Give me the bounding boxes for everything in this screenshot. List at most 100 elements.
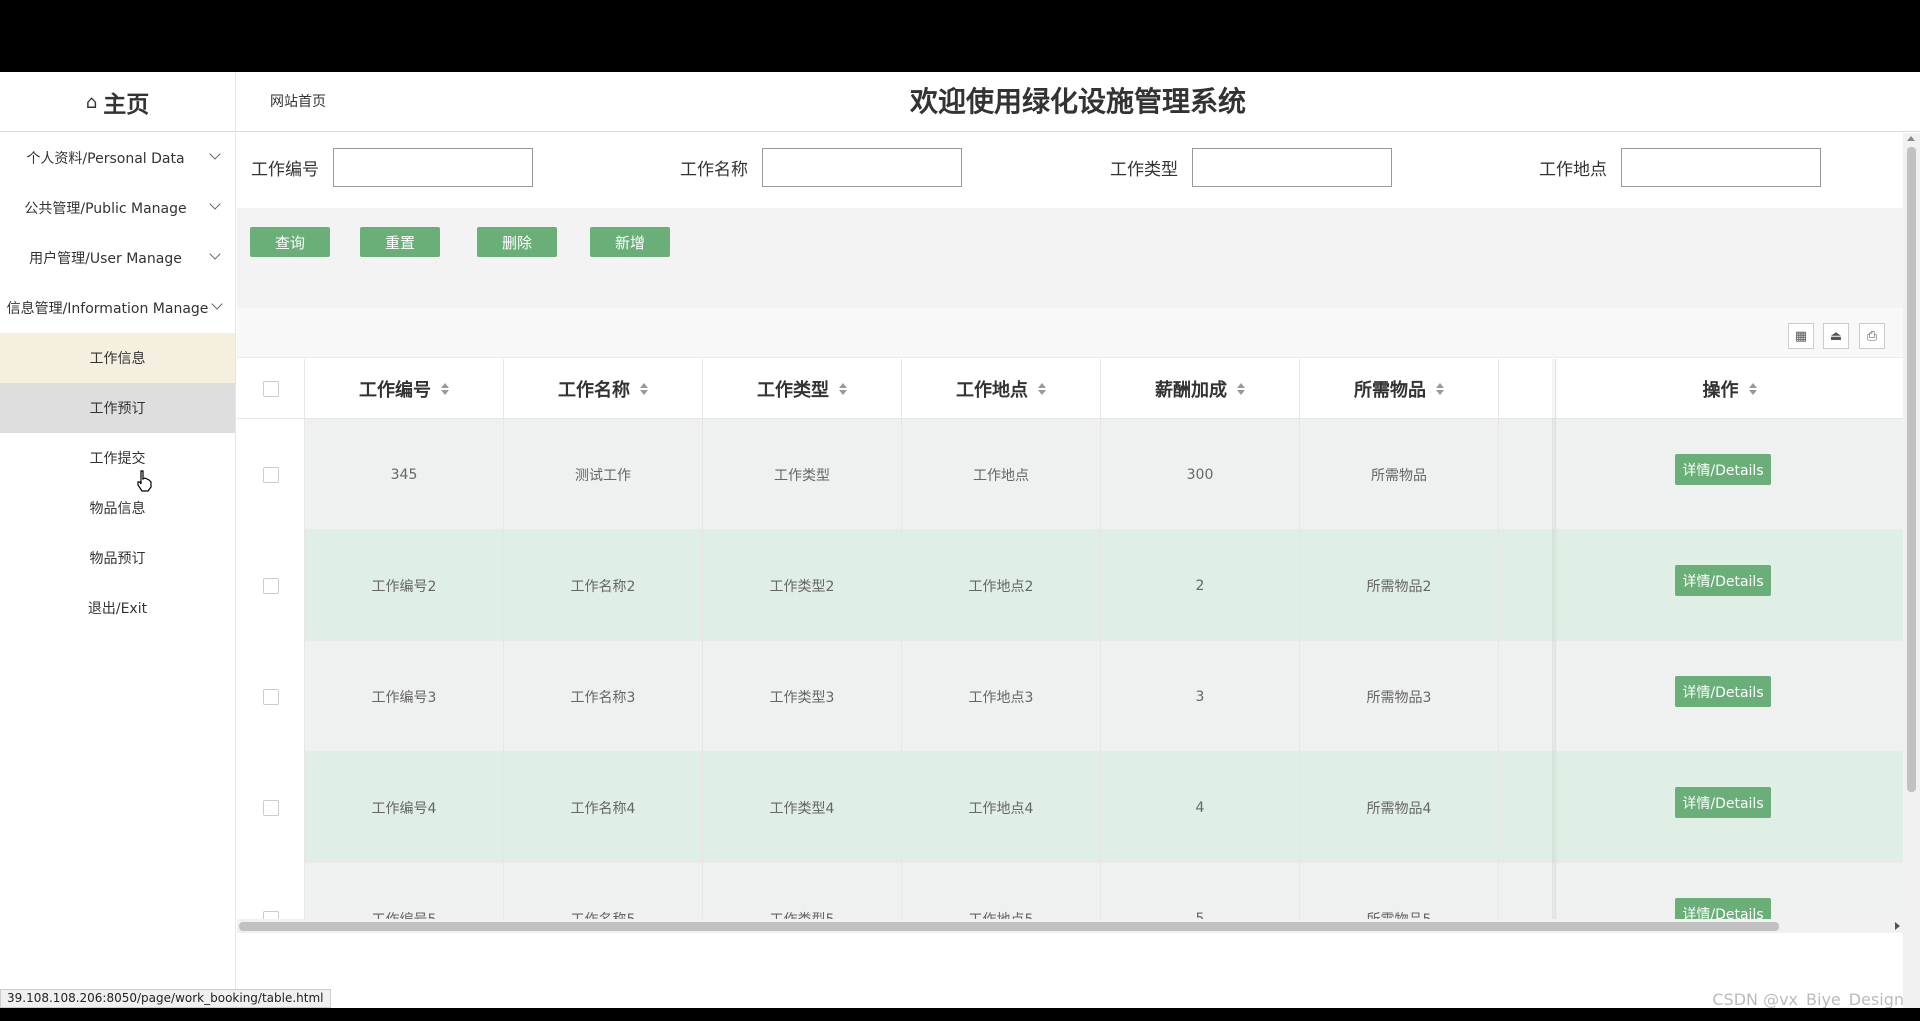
page-title: 欢迎使用绿化设施管理系统 (909, 85, 1246, 118)
search-field-work-location: 工作地点 (1539, 147, 1821, 187)
cell-work-id: 工作编号5 (305, 863, 504, 919)
vertical-scrollbar[interactable] (1903, 133, 1920, 1008)
field-label: 工作地点 (1539, 159, 1607, 180)
cell-required-items: 所需物品4 (1300, 752, 1499, 863)
query-button[interactable]: 查询 (250, 227, 330, 257)
sidebar-item-public-manage[interactable]: 公共管理/Public Manage (0, 183, 235, 233)
cell-work-type: 工作类型5 (703, 863, 902, 919)
print-icon[interactable]: ⎙ (1859, 323, 1885, 349)
columns-icon[interactable]: ▦ (1788, 323, 1814, 349)
search-field-work-id: 工作编号 (251, 147, 533, 187)
cell-work-id: 工作编号4 (305, 752, 504, 863)
sidebar-item-label: 工作信息 (89, 351, 146, 367)
sidebar-item-exit[interactable]: 退出/Exit (0, 583, 235, 633)
export-icon[interactable]: ⏏ (1823, 323, 1849, 349)
sidebar-item-item-booking[interactable]: 物品预订 (0, 533, 235, 583)
cell-work-location: 工作地点 (902, 419, 1101, 530)
sort-icon[interactable] (1038, 383, 1046, 395)
button-bar: 查询 重置 删除 新增 (237, 208, 1903, 308)
cell-work-type: 工作类型2 (703, 530, 902, 641)
cell-work-location: 工作地点4 (902, 752, 1101, 863)
details-button[interactable]: 详情/Details (1675, 565, 1771, 596)
cell-work-name: 工作名称5 (504, 863, 703, 919)
details-button[interactable]: 详情/Details (1675, 898, 1771, 919)
reset-button[interactable]: 重置 (360, 227, 440, 257)
sidebar-item-work-submit[interactable]: 工作提交 (0, 433, 235, 483)
horizontal-scrollbar[interactable] (237, 919, 1903, 933)
sort-icon[interactable] (441, 383, 449, 395)
scroll-right-arrow-icon[interactable] (1895, 922, 1900, 930)
details-button[interactable]: 详情/Details (1675, 676, 1771, 707)
select-all-cell (237, 359, 305, 419)
header: ⌂ 主页 网站首页 欢迎使用绿化设施管理系统 (0, 72, 1920, 132)
sort-icon[interactable] (640, 383, 648, 395)
row-select-cell (237, 641, 305, 752)
cell-salary-bonus: 2 (1101, 530, 1300, 641)
work-id-input[interactable] (333, 147, 533, 187)
sidebar-item-label: 公共管理/Public Manage (24, 201, 187, 217)
column-header-work-type[interactable]: 工作类型 (703, 359, 902, 419)
row-checkbox[interactable] (262, 799, 279, 816)
column-header-label: 所需物品 (1354, 380, 1426, 401)
add-button[interactable]: 新增 (590, 227, 670, 257)
sidebar-item-information-manage[interactable]: 信息管理/Information Manage (0, 283, 235, 333)
select-all-checkbox[interactable] (262, 381, 279, 397)
field-label: 工作类型 (1110, 159, 1178, 180)
column-header-actions[interactable]: 操作 (1556, 359, 1903, 419)
row-checkbox[interactable] (262, 577, 279, 594)
home-icon: ⌂ (85, 91, 98, 113)
scrollbar-thumb[interactable] (1907, 147, 1916, 792)
column-header-work-name[interactable]: 工作名称 (504, 359, 703, 419)
sidebar-item-label: 个人资料/Personal Data (26, 151, 185, 167)
sidebar-item-user-manage[interactable]: 用户管理/User Manage (0, 233, 235, 283)
field-label: 工作编号 (251, 159, 319, 180)
row-checkbox[interactable] (262, 910, 279, 919)
hand-cursor-icon (137, 470, 152, 492)
status-url: 39.108.108.206:8050/page/work_booking/ta… (0, 989, 331, 1008)
row-checkbox[interactable] (262, 466, 279, 483)
sort-icon[interactable] (1748, 383, 1757, 395)
cell-work-type: 工作类型 (703, 419, 902, 530)
work-location-input[interactable] (1621, 147, 1821, 187)
cell-work-location: 工作地点5 (902, 863, 1101, 919)
details-button[interactable]: 详情/Details (1675, 787, 1771, 818)
sort-icon[interactable] (1436, 383, 1444, 395)
cell-work-type: 工作类型3 (703, 641, 902, 752)
table-row: 工作编号3 工作名称3 工作类型3 工作地点3 3 所需物品3 详情/Detai… (237, 641, 1903, 752)
scroll-up-arrow-icon[interactable] (1907, 136, 1915, 141)
column-header-label: 工作名称 (558, 380, 630, 401)
cell-work-id: 工作编号2 (305, 530, 504, 641)
sidebar-item-item-info[interactable]: 物品信息 (0, 483, 235, 533)
work-name-input[interactable] (762, 147, 962, 187)
delete-button[interactable]: 删除 (477, 227, 557, 257)
table-row: 工作编号4 工作名称4 工作类型4 工作地点4 4 所需物品4 详情/Detai… (237, 752, 1903, 863)
data-table: 工作编号 工作名称 工作类型 工作地点 薪酬加成 所需物品 操作 345 测试工… (237, 359, 1903, 919)
cell-salary-bonus: 4 (1101, 752, 1300, 863)
search-field-work-name: 工作名称 (680, 147, 962, 187)
brand-label: 主页 (103, 92, 150, 118)
sidebar-item-work-booking[interactable]: 工作预订 (0, 383, 235, 433)
home-link[interactable]: ⌂ 主页 (0, 72, 236, 132)
column-header-work-location[interactable]: 工作地点 (902, 359, 1101, 419)
cell-salary-bonus: 5 (1101, 863, 1300, 919)
sidebar-item-work-info[interactable]: 工作信息 (0, 333, 235, 383)
cell-work-id: 345 (305, 419, 504, 530)
column-header-salary-bonus[interactable]: 薪酬加成 (1101, 359, 1300, 419)
table-row: 工作编号5 工作名称5 工作类型5 工作地点5 5 所需物品5 详情/Detai… (237, 863, 1903, 919)
column-header-work-id[interactable]: 工作编号 (305, 359, 504, 419)
work-type-input[interactable] (1192, 147, 1392, 187)
cell-work-name: 工作名称3 (504, 641, 703, 752)
sort-icon[interactable] (839, 383, 847, 395)
cell-blank (1499, 419, 1556, 530)
details-button[interactable]: 详情/Details (1675, 454, 1771, 485)
column-header-required-items[interactable]: 所需物品 (1300, 359, 1499, 419)
sort-icon[interactable] (1237, 383, 1245, 395)
cell-work-name: 测试工作 (504, 419, 703, 530)
sidebar-item-personal-data[interactable]: 个人资料/Personal Data (0, 133, 235, 183)
fixed-column-shadow (1552, 359, 1558, 919)
cell-required-items: 所需物品2 (1300, 530, 1499, 641)
sidebar-item-label: 用户管理/User Manage (29, 251, 182, 267)
top-black-bar (0, 0, 1920, 72)
row-checkbox[interactable] (262, 688, 279, 705)
scrollbar-thumb[interactable] (239, 922, 1779, 931)
